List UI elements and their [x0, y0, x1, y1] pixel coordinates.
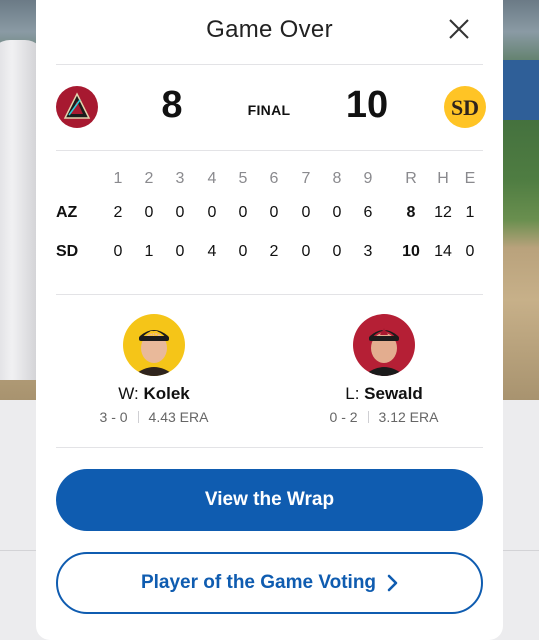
away-score: 8: [161, 84, 183, 126]
team-abbr: SD: [56, 243, 79, 260]
svg-text:SD: SD: [149, 331, 159, 338]
home-team-logo[interactable]: SD: [444, 86, 486, 128]
view-wrap-label: View the Wrap: [204, 489, 335, 510]
pitcher-record: 3 - 0: [99, 409, 128, 425]
runs-header: R: [405, 170, 417, 187]
inning-runs: 1: [144, 243, 154, 260]
decision-label: W:: [118, 384, 139, 403]
avatar: SD: [123, 314, 185, 376]
inning-header: 8: [332, 170, 342, 187]
pitcher-stats: 0 - 2 3.12 ERA: [284, 409, 484, 425]
total-errors: 1: [465, 204, 475, 221]
inning-runs: 0: [175, 243, 185, 260]
linescore-row-home: SD 0 1 0 4 0 2 0 0 3 10 14 0: [36, 243, 503, 269]
inning-header: 9: [363, 170, 373, 187]
decision-label: L:: [345, 384, 360, 403]
hits-header: H: [437, 170, 449, 187]
chevron-right-icon: [386, 574, 398, 592]
pitcher-era: 4.43 ERA: [148, 409, 209, 425]
divider: [56, 294, 483, 295]
linescore-header-row: 1 2 3 4 5 6 7 8 9 R H E: [36, 170, 503, 196]
stat-separator: [367, 411, 369, 423]
pitcher-name: L: Sewald: [284, 384, 484, 404]
linescore-row-away: AZ 2 0 0 0 0 0 0 0 6 8 12 1: [36, 204, 503, 230]
inning-runs: 2: [269, 243, 279, 260]
player-headshot-icon: [363, 328, 405, 376]
close-icon: [449, 19, 469, 39]
padres-logo-icon: SD: [451, 95, 479, 120]
home-score: 10: [345, 84, 389, 126]
winning-pitcher[interactable]: SD W: Kolek 3 - 0 4.43 ERA: [54, 314, 254, 425]
inning-runs: 0: [238, 204, 248, 221]
inning-header: 6: [269, 170, 279, 187]
inning-runs: 0: [207, 204, 217, 221]
team-abbr: AZ: [56, 204, 78, 221]
inning-runs: 3: [363, 243, 373, 260]
pitcher-era: 3.12 ERA: [378, 409, 439, 425]
pitcher-stats: 3 - 0 4.43 ERA: [54, 409, 254, 425]
stat-separator: [137, 411, 139, 423]
total-runs: 10: [402, 243, 420, 260]
inning-header: 7: [301, 170, 311, 187]
avatar: [353, 314, 415, 376]
total-runs: 8: [406, 204, 416, 221]
player-of-game-voting-button[interactable]: Player of the Game Voting: [56, 552, 483, 614]
inning-header: 3: [175, 170, 185, 187]
inning-runs: 6: [363, 204, 373, 221]
inning-header: 5: [238, 170, 248, 187]
inning-header: 1: [113, 170, 123, 187]
game-over-modal: Game Over 8 FINAL 10 SD 1 2 3 4 5 6 7 8 …: [36, 0, 503, 640]
pitcher-last-name: Kolek: [143, 384, 190, 403]
away-team-logo[interactable]: [56, 86, 98, 128]
pitcher-name: W: Kolek: [54, 384, 254, 404]
diamondbacks-logo-icon: [63, 92, 91, 119]
total-hits: 12: [434, 204, 452, 221]
divider: [56, 64, 483, 65]
divider: [56, 447, 483, 448]
player-headshot-icon: SD: [133, 330, 175, 376]
game-status: FINAL: [247, 102, 291, 118]
modal-title: Game Over: [206, 16, 333, 43]
modal-header: Game Over: [36, 0, 503, 64]
inning-runs: 0: [301, 204, 311, 221]
background-wall: [499, 60, 539, 120]
divider: [56, 150, 483, 151]
pitcher-last-name: Sewald: [364, 384, 423, 403]
losing-pitcher[interactable]: L: Sewald 0 - 2 3.12 ERA: [284, 314, 484, 425]
inning-runs: 2: [113, 204, 123, 221]
inning-header: 2: [144, 170, 154, 187]
inning-runs: 0: [332, 243, 342, 260]
inning-runs: 0: [269, 204, 279, 221]
inning-runs: 4: [207, 243, 217, 260]
inning-runs: 0: [144, 204, 154, 221]
inning-runs: 0: [332, 204, 342, 221]
view-wrap-button[interactable]: View the Wrap: [56, 469, 483, 531]
inning-runs: 0: [175, 204, 185, 221]
close-button[interactable]: [444, 14, 474, 44]
errors-header: E: [464, 170, 476, 187]
voting-label: Player of the Game Voting: [140, 572, 377, 593]
total-errors: 0: [465, 243, 475, 260]
pitcher-record: 0 - 2: [329, 409, 358, 425]
inning-runs: 0: [301, 243, 311, 260]
inning-header: 4: [207, 170, 217, 187]
inning-runs: 0: [238, 243, 248, 260]
svg-text:SD: SD: [451, 95, 479, 120]
inning-runs: 0: [113, 243, 123, 260]
total-hits: 14: [434, 243, 452, 260]
